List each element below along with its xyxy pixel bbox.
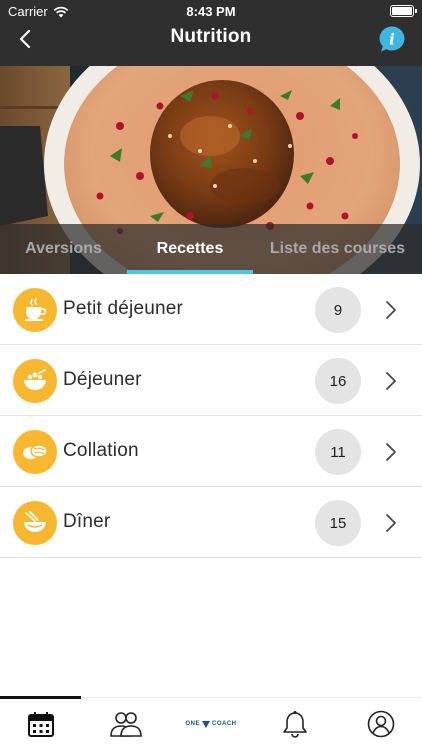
battery-icon xyxy=(390,5,417,17)
meal-label: Déjeuner xyxy=(63,369,142,390)
brand-right: COACH xyxy=(212,721,237,727)
info-icon: i xyxy=(379,26,405,52)
recipe-count-badge: 11 xyxy=(315,429,361,475)
tab-aversions[interactable]: Aversions xyxy=(0,224,127,274)
list-item-collation[interactable]: Collation 11 xyxy=(0,416,422,487)
tabbar-community[interactable] xyxy=(105,706,147,742)
recipe-count-badge: 9 xyxy=(315,287,361,333)
snack-icon xyxy=(13,430,57,474)
tab-liste-des-courses[interactable]: Liste des courses xyxy=(253,224,422,274)
chevron-right-icon xyxy=(386,301,396,319)
hero-food-image: Aversions Recettes Liste des courses xyxy=(0,66,422,274)
logo-mark-icon xyxy=(202,720,211,728)
calendar-icon xyxy=(28,712,54,737)
tabbar-onecoach[interactable]: ONE COACH xyxy=(186,706,236,742)
salad-bowl-icon xyxy=(13,359,57,403)
list-item-diner[interactable]: Dîner 15 xyxy=(0,487,422,558)
brand-left: ONE xyxy=(185,721,201,727)
coffee-cup-icon xyxy=(13,288,57,332)
info-button[interactable]: i xyxy=(378,25,406,53)
status-time: 8:43 PM xyxy=(186,4,236,19)
recipe-count-badge: 16 xyxy=(315,358,361,404)
info-glyph: i xyxy=(389,31,395,49)
tab-recettes[interactable]: Recettes xyxy=(127,224,253,274)
list-item-dejeuner[interactable]: Déjeuner 16 xyxy=(0,345,422,416)
chevron-right-icon xyxy=(386,372,396,390)
list-item-petit-dejeuner[interactable]: Petit déjeuner 9 xyxy=(0,274,422,345)
bell-icon xyxy=(283,711,307,738)
meal-label: Collation xyxy=(63,440,139,461)
tabbar-profile[interactable] xyxy=(360,706,402,742)
meal-label: Dîner xyxy=(63,511,111,532)
top-bar: Carrier 8:43 PM Nutrition i xyxy=(0,0,422,66)
noodle-bowl-icon xyxy=(13,501,57,545)
meal-label: Petit déjeuner xyxy=(63,298,184,319)
onecoach-logo: ONE COACH xyxy=(185,720,237,728)
chevron-right-icon xyxy=(386,443,396,461)
active-tab-indicator xyxy=(0,696,81,699)
profile-icon xyxy=(367,710,395,738)
nutrition-tabs: Aversions Recettes Liste des courses xyxy=(0,224,422,274)
page-title: Nutrition xyxy=(170,26,252,47)
chevron-right-icon xyxy=(386,514,396,532)
tabbar-notifications[interactable] xyxy=(274,706,316,742)
community-icon xyxy=(110,712,142,737)
recipe-count-badge: 15 xyxy=(315,500,361,546)
meal-list: Petit déjeuner 9 Déjeuner 16 Collation 1… xyxy=(0,274,422,558)
tabbar-calendar[interactable] xyxy=(20,706,62,742)
bottom-tab-bar: ONE COACH xyxy=(0,696,422,750)
